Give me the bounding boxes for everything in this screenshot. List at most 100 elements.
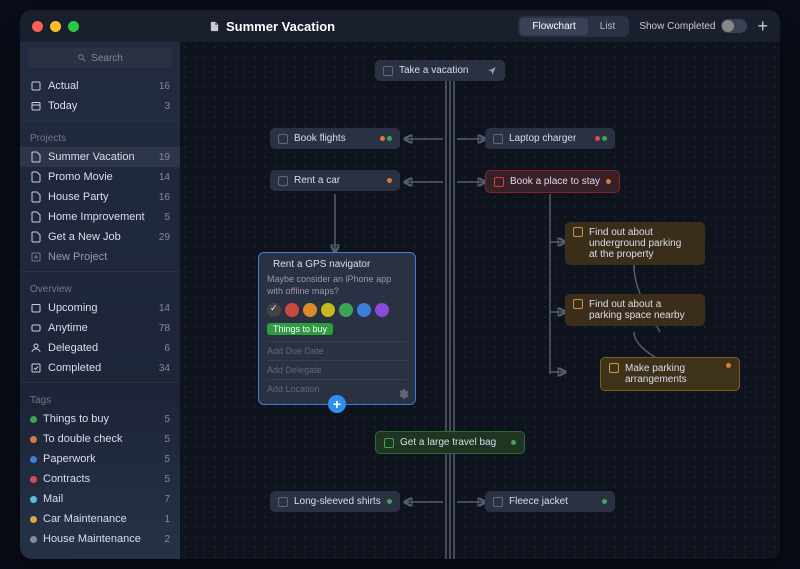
tag-dots (380, 136, 392, 141)
color-swatch[interactable] (375, 303, 389, 317)
box-icon (30, 322, 42, 334)
node-book-flights[interactable]: Book flights (270, 128, 400, 149)
document-icon (30, 171, 42, 183)
sidebar-tag-item[interactable]: Mail7 (20, 489, 180, 509)
node-take-vacation[interactable]: Take a vacation (375, 60, 505, 81)
sidebar-tag-item[interactable]: Things to buy5 (20, 409, 180, 429)
show-completed-toggle[interactable] (721, 19, 747, 33)
add-due-date-field[interactable]: Add Due Date (267, 341, 407, 360)
tag-dots (602, 499, 607, 504)
editor-description[interactable]: Maybe consider an iPhone app with offlin… (267, 274, 407, 297)
location-arrow-icon (487, 66, 497, 76)
sidebar-tag-item[interactable]: Contracts5 (20, 469, 180, 489)
node-travel-bag[interactable]: Get a large travel bag (375, 431, 525, 454)
document-icon (30, 231, 42, 243)
search-placeholder: Search (91, 53, 123, 64)
tag-dot-icon (30, 496, 37, 503)
view-list-button[interactable]: List (588, 18, 628, 35)
app-window: Summer Vacation Flowchart List Show Comp… (20, 10, 780, 559)
color-swatch[interactable] (321, 303, 335, 317)
tag-dot-icon (30, 516, 37, 523)
checkbox-icon[interactable] (609, 363, 619, 373)
checkbox-icon[interactable] (573, 227, 583, 237)
add-button[interactable]: + (757, 16, 768, 37)
view-toggle: Flowchart List (518, 16, 629, 37)
node-underground-parking[interactable]: Find out about underground parking at th… (565, 222, 705, 265)
minimize-window-button[interactable] (50, 21, 61, 32)
sidebar-section-overview: Overview (20, 276, 180, 298)
sidebar-item-actual[interactable]: Actual 16 (20, 76, 180, 96)
page-title: Summer Vacation (79, 19, 518, 34)
sidebar-tag-item[interactable]: Paperwork5 (20, 449, 180, 469)
node-fleece[interactable]: Fleece jacket (485, 491, 615, 512)
tag-dot-icon (30, 456, 37, 463)
document-icon (209, 20, 220, 33)
flowchart-canvas[interactable]: Take a vacation Book flights Laptop char… (180, 42, 780, 559)
node-editor[interactable]: Rent a GPS navigator Maybe consider an i… (258, 252, 416, 405)
color-swatch[interactable] (339, 303, 353, 317)
checkbox-icon[interactable] (573, 299, 583, 309)
checkbox-icon[interactable] (278, 176, 288, 186)
view-flowchart-button[interactable]: Flowchart (520, 18, 587, 35)
sidebar-item-completed[interactable]: Completed 34 (20, 358, 180, 378)
sidebar-item-today[interactable]: Today 3 (20, 96, 180, 116)
node-rent-car[interactable]: Rent a car (270, 170, 400, 191)
tag-dots (511, 440, 516, 445)
tag-dot-icon (30, 416, 37, 423)
document-icon (30, 151, 42, 163)
editor-title: Rent a GPS navigator (273, 259, 370, 270)
sidebar-item-project[interactable]: Get a New Job 29 (20, 227, 180, 247)
document-icon (30, 191, 42, 203)
node-book-place[interactable]: Book a place to stay (485, 170, 620, 193)
sidebar: Search Actual 16 Today 3 Projects Summer… (20, 42, 180, 559)
color-swatch[interactable] (267, 303, 281, 317)
check-icon (30, 362, 42, 374)
sidebar-tag-item[interactable]: To double check5 (20, 429, 180, 449)
checkbox-icon[interactable] (494, 177, 504, 187)
show-completed-label: Show Completed (639, 21, 715, 32)
add-child-button[interactable]: + (328, 395, 346, 413)
checkbox-icon[interactable] (278, 497, 288, 507)
sidebar-item-project[interactable]: Summer Vacation 19 (20, 147, 180, 167)
sidebar-item-delegated[interactable]: Delegated 6 (20, 338, 180, 358)
maximize-window-button[interactable] (68, 21, 79, 32)
checkbox-icon[interactable] (278, 134, 288, 144)
tag-dots (726, 363, 731, 368)
sidebar-new-project-button[interactable]: New Project (20, 247, 180, 267)
checkbox-icon[interactable] (493, 134, 503, 144)
node-laptop-charger[interactable]: Laptop charger (485, 128, 615, 149)
sidebar-item-project[interactable]: Home Improvement 5 (20, 207, 180, 227)
editor-tag-chip[interactable]: Things to buy (267, 323, 333, 335)
checkbox-icon[interactable] (384, 438, 394, 448)
checkbox-icon[interactable] (493, 497, 503, 507)
traffic-lights (32, 21, 79, 32)
toolbar-right: Flowchart List Show Completed + (518, 16, 768, 37)
tag-dots (387, 499, 392, 504)
node-long-sleeved[interactable]: Long-sleeved shirts (270, 491, 400, 512)
sidebar-item-project[interactable]: Promo Movie 14 (20, 167, 180, 187)
sidebar-item-upcoming[interactable]: Upcoming 14 (20, 298, 180, 318)
node-parking-arrangements[interactable]: Make parking arrangements (600, 357, 740, 391)
checkbox-icon[interactable] (383, 66, 393, 76)
document-icon (30, 211, 42, 223)
color-swatch[interactable] (303, 303, 317, 317)
search-input[interactable]: Search (28, 48, 172, 68)
tag-dot-icon (30, 476, 37, 483)
gear-icon[interactable] (397, 388, 409, 400)
tag-dot-icon (30, 436, 37, 443)
sidebar-tag-item[interactable]: Car Maintenance1 (20, 509, 180, 529)
sidebar-item-project[interactable]: House Party 16 (20, 187, 180, 207)
person-icon (30, 342, 42, 354)
tag-dot-icon (30, 536, 37, 543)
color-swatch[interactable] (357, 303, 371, 317)
node-parking-nearby[interactable]: Find out about a parking space nearby (565, 294, 705, 326)
add-delegate-field[interactable]: Add Delegate (267, 360, 407, 379)
color-swatch[interactable] (285, 303, 299, 317)
tag-dots (387, 178, 392, 183)
tag-dots (595, 136, 607, 141)
close-window-button[interactable] (32, 21, 43, 32)
show-completed-control: Show Completed (639, 19, 747, 33)
color-picker (267, 303, 407, 317)
sidebar-item-anytime[interactable]: Anytime 78 (20, 318, 180, 338)
sidebar-tag-item[interactable]: House Maintenance2 (20, 529, 180, 549)
